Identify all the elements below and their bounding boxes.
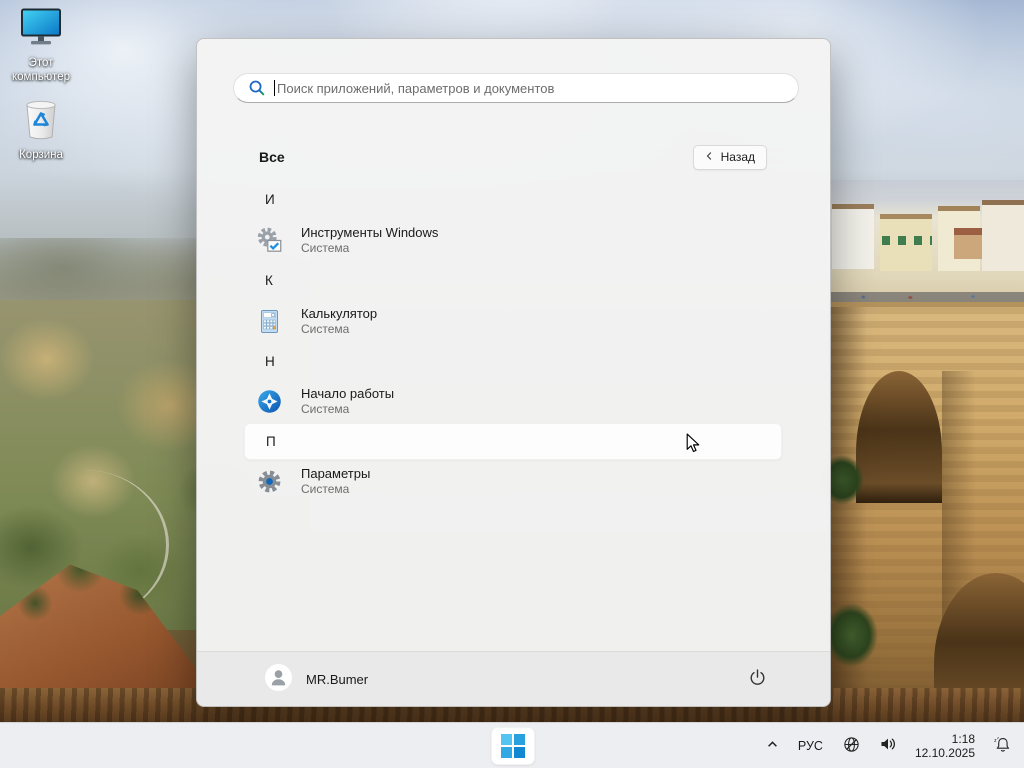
windows-logo-icon <box>501 734 525 758</box>
this-pc-icon <box>2 8 80 55</box>
app-text: Инструменты Windows Система <box>301 225 438 256</box>
app-list: И Инструменты Windows Система К Калькуля… <box>244 186 782 502</box>
chevron-left-icon <box>705 150 714 164</box>
get-started-icon <box>256 388 283 415</box>
user-button[interactable]: MR.Bumer <box>259 660 374 698</box>
app-item-calculator[interactable]: Калькулятор Система <box>244 300 782 342</box>
screen: Этот компьютер Корзина Поиск приложений,… <box>0 0 1024 768</box>
section-header-p[interactable]: П <box>244 423 782 460</box>
settings-icon <box>256 468 283 495</box>
volume-button[interactable] <box>876 732 900 759</box>
app-category: Система <box>301 402 350 417</box>
wallpaper-building <box>982 200 1024 271</box>
section-header-k[interactable]: К <box>244 267 782 294</box>
app-name: Параметры <box>301 465 371 481</box>
section-header-i[interactable]: И <box>244 186 782 213</box>
wallpaper-awnings <box>882 236 932 245</box>
app-category: Система <box>301 482 350 497</box>
tray-overflow-button[interactable] <box>764 736 781 756</box>
power-button[interactable] <box>743 663 772 695</box>
chevron-up-icon <box>766 738 779 754</box>
user-avatar <box>265 664 292 694</box>
wallpaper-street <box>828 292 1024 302</box>
notification-bell-dnd-icon: z z <box>992 734 1012 757</box>
wallpaper-bush <box>824 603 878 667</box>
taskbar-clock[interactable]: 1:18 12.10.2025 <box>913 730 977 762</box>
globe-offline-icon <box>842 735 861 757</box>
wallpaper-bridge <box>820 302 1024 725</box>
app-name: Начало работы <box>301 385 395 401</box>
desktop-icon-label: Этот компьютер <box>12 57 70 83</box>
clock-time: 1:18 <box>951 731 975 746</box>
language-indicator[interactable]: РУС <box>794 737 827 755</box>
text-caret <box>274 80 275 96</box>
clock-date: 12.10.2025 <box>914 745 975 760</box>
wallpaper-town <box>828 180 1024 308</box>
windows-tools-icon <box>256 227 283 254</box>
app-text: Параметры Система <box>301 466 370 497</box>
search-input[interactable] <box>277 80 786 96</box>
desktop-icon-label: Корзина <box>19 149 63 162</box>
back-button[interactable]: Назад <box>692 144 767 170</box>
recycle-bin-icon <box>2 96 80 147</box>
app-name: Инструменты Windows <box>301 224 439 240</box>
svg-text:z: z <box>997 736 999 740</box>
back-button-label: Назад <box>720 150 755 164</box>
notification-center-button[interactable]: z z <box>990 732 1014 759</box>
start-menu-footer: MR.Bumer <box>197 651 830 706</box>
desktop-icon-recycle-bin[interactable]: Корзина <box>2 96 80 163</box>
section-letter: П <box>266 434 276 449</box>
all-apps-header: Все Назад <box>197 144 830 170</box>
power-icon <box>747 667 768 691</box>
wallpaper-tower <box>954 228 982 259</box>
start-menu-panel: Все Назад И <box>196 38 831 707</box>
desktop-icons: Этот компьютер Корзина <box>2 8 80 175</box>
app-text: Начало работы Система <box>301 386 394 417</box>
network-button[interactable] <box>840 733 863 759</box>
speaker-icon <box>878 734 898 757</box>
search-icon <box>248 79 266 97</box>
app-item-settings[interactable]: Параметры Система <box>244 460 782 502</box>
start-button[interactable] <box>491 727 535 765</box>
all-apps-title: Все <box>259 149 285 165</box>
app-item-windows-tools[interactable]: Инструменты Windows Система <box>244 219 782 261</box>
app-category: Система <box>301 241 350 256</box>
app-category: Система <box>301 322 350 337</box>
wallpaper-bridge-arch <box>856 371 942 503</box>
desktop-icon-this-pc[interactable]: Этот компьютер <box>2 8 80 84</box>
taskbar: РУС 1:18 12.10.2025 z z <box>0 722 1024 768</box>
app-item-get-started[interactable]: Начало работы Система <box>244 380 782 422</box>
section-letter: Н <box>265 354 275 369</box>
search-box[interactable] <box>233 73 799 103</box>
wallpaper-building <box>832 204 874 269</box>
calculator-icon <box>256 308 283 335</box>
section-header-n[interactable]: Н <box>244 348 782 375</box>
user-name: MR.Bumer <box>306 671 369 687</box>
app-name: Калькулятор <box>301 305 378 321</box>
section-letter: К <box>265 273 273 288</box>
section-letter: И <box>265 192 275 207</box>
app-text: Калькулятор Система <box>301 306 377 337</box>
system-tray: РУС 1:18 12.10.2025 z z <box>764 723 1014 768</box>
